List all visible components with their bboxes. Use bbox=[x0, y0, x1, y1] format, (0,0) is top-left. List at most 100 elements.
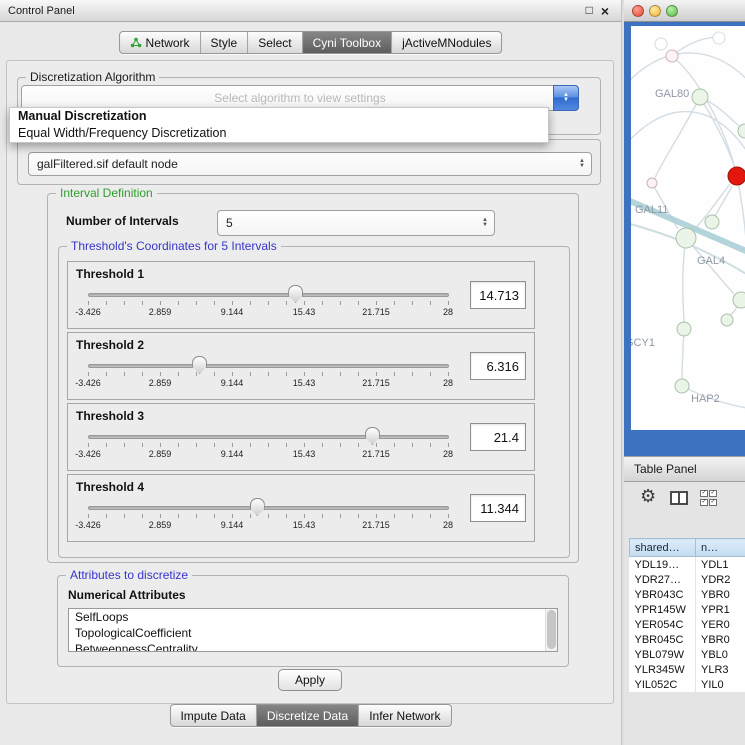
tab-network[interactable]: Network bbox=[120, 32, 201, 53]
tick-label: 21.715 bbox=[362, 378, 390, 388]
table-panel-header: Table Panel bbox=[624, 456, 745, 482]
algorithm-placeholder: Select algorithm to view settings bbox=[22, 91, 578, 105]
slider-track[interactable] bbox=[88, 435, 449, 439]
tick-label: 21.715 bbox=[362, 449, 390, 459]
tab-select[interactable]: Select bbox=[248, 32, 302, 53]
tick-label: 2.859 bbox=[149, 378, 172, 388]
numerical-attributes-list[interactable]: SelfLoopsTopologicalCoefficientBetweenne… bbox=[68, 608, 558, 652]
table-data-group: Table Data galFiltered.sif default node … bbox=[17, 139, 601, 185]
tab-cyni-toolbox[interactable]: Cyni Toolbox bbox=[303, 32, 392, 53]
node-label-hap2[interactable]: HAP2 bbox=[691, 393, 720, 405]
node-label-gcy1[interactable]: GCY1 bbox=[631, 337, 655, 349]
node-label-gal80[interactable]: GAL80 bbox=[655, 88, 689, 100]
tab-label: Infer Network bbox=[369, 709, 440, 723]
slider-ticks bbox=[88, 372, 450, 376]
threshold-value-field[interactable]: 14.713 bbox=[470, 281, 526, 309]
list-item[interactable]: TopologicalCoefficient bbox=[69, 625, 557, 641]
settings-gear-icon[interactable]: ⚙ bbox=[640, 486, 656, 507]
table-row[interactable]: YDR27…YDR2 bbox=[630, 572, 745, 587]
table-cell: YIL0 bbox=[696, 677, 745, 692]
apply-button[interactable]: Apply bbox=[278, 669, 342, 691]
table-cell: YBR0 bbox=[696, 632, 745, 647]
list-scrollbar[interactable] bbox=[545, 609, 557, 651]
scrollbar-thumb[interactable] bbox=[547, 610, 556, 649]
right-side: GAL80 GAL11 GAL4 GCY1 HAP2 Table Panel ⚙ sha… bbox=[624, 0, 745, 745]
column-header[interactable]: shared… bbox=[630, 539, 696, 557]
table-row[interactable]: YER054CYER0 bbox=[630, 617, 745, 632]
node-label-gal11[interactable]: GAL11 bbox=[635, 204, 668, 216]
tab-label: Select bbox=[258, 36, 291, 50]
number-of-intervals-label: Number of Intervals bbox=[66, 214, 179, 228]
tick-label: 15.43 bbox=[293, 378, 316, 388]
number-of-intervals-select[interactable]: 5 ▲▼ bbox=[217, 210, 495, 236]
slider-track[interactable] bbox=[88, 364, 449, 368]
tab-impute-data[interactable]: Impute Data bbox=[170, 705, 256, 726]
combo-arrows-icon: ▲▼ bbox=[482, 218, 488, 228]
table-row[interactable]: YBL079WYBL0 bbox=[630, 647, 745, 662]
tick-label: 9.144 bbox=[221, 449, 244, 459]
tab-discretize-data[interactable]: Discretize Data bbox=[257, 705, 359, 726]
top-tab-bar: NetworkStyle Select Cyni Toolbox jActiveMNo… bbox=[119, 31, 503, 54]
tab-label: Discretize Data bbox=[267, 709, 348, 723]
slider-ticks bbox=[88, 514, 450, 518]
tab-style[interactable]: Style bbox=[201, 32, 249, 53]
slider-track[interactable] bbox=[88, 506, 449, 510]
table-row[interactable]: YDL19…YDL1 bbox=[630, 557, 745, 573]
show-columns-icon[interactable] bbox=[670, 491, 688, 505]
traffic-light-zoom-icon[interactable] bbox=[666, 5, 678, 17]
tab-label: Impute Data bbox=[180, 709, 245, 723]
table-data-value: galFiltered.sif default node bbox=[29, 157, 579, 171]
numerical-attributes-label: Numerical Attributes bbox=[68, 588, 186, 602]
tab-infer-network[interactable]: Infer Network bbox=[359, 705, 450, 726]
table-cell: YDR27… bbox=[630, 572, 696, 587]
float-window-icon[interactable]: □ bbox=[586, 3, 593, 19]
table-row[interactable]: YIL052CYIL0 bbox=[630, 677, 745, 692]
traffic-light-minimize-icon[interactable] bbox=[649, 5, 661, 17]
attributes-group: Attributes to discretize Numerical Attri… bbox=[57, 575, 569, 667]
table-cell: YPR145W bbox=[630, 602, 696, 617]
list-item[interactable]: BetweennessCentrality bbox=[69, 641, 557, 652]
tick-label: -3.426 bbox=[75, 449, 101, 459]
table-cell: YDL1 bbox=[696, 557, 745, 573]
list-item[interactable]: SelfLoops bbox=[69, 609, 557, 625]
table-row[interactable]: YPR145WYPR1 bbox=[630, 602, 745, 617]
dropdown-option-equal-width[interactable]: Equal Width/Frequency Discretization bbox=[10, 125, 548, 142]
table-cell: YER0 bbox=[696, 617, 745, 632]
table-row[interactable]: YBR043CYBR0 bbox=[630, 587, 745, 602]
panel-title: Control Panel bbox=[8, 5, 75, 17]
tick-label: 28 bbox=[443, 378, 453, 388]
combo-arrows-icon[interactable]: ▲ ▼ bbox=[553, 85, 579, 111]
tick-label: 28 bbox=[443, 520, 453, 530]
dropdown-option-manual-discretization[interactable]: Manual Discretization bbox=[10, 108, 548, 125]
tick-label: 2.859 bbox=[149, 449, 172, 459]
slider-track[interactable] bbox=[88, 293, 449, 297]
table-row[interactable]: YBR045CYBR0 bbox=[630, 632, 745, 647]
traffic-light-close-icon[interactable] bbox=[632, 5, 644, 17]
network-canvas[interactable]: GAL80 GAL11 GAL4 GCY1 HAP2 bbox=[631, 26, 745, 430]
table-panel-body: ⚙ shared…n… YDL19…YDL1YDR27…YDR2YBR043CY… bbox=[624, 482, 745, 745]
table-cell: YBR043C bbox=[630, 587, 696, 602]
tick-label: 9.144 bbox=[221, 520, 244, 530]
table-cell: YDR2 bbox=[696, 572, 745, 587]
table-row[interactable]: YLR345WYLR3 bbox=[630, 662, 745, 677]
threshold-panel-1: Threshold 1-3.4262.8599.14415.4321.71528… bbox=[67, 261, 535, 329]
table-data-select[interactable]: galFiltered.sif default node ▲▼ bbox=[28, 152, 592, 176]
tab-jactivemnodules[interactable]: jActiveMNodules bbox=[392, 32, 501, 53]
tick-label: -3.426 bbox=[75, 378, 101, 388]
highlighted-node[interactable] bbox=[728, 167, 745, 185]
close-panel-icon[interactable]: × bbox=[601, 3, 609, 19]
column-header[interactable]: n… bbox=[696, 539, 745, 557]
threshold-value-field[interactable]: 11.344 bbox=[470, 494, 526, 522]
group-title: Threshold's Coordinates for 5 Intervals bbox=[67, 239, 281, 253]
threshold-panel-4: Threshold 4-3.4262.8599.14415.4321.71528… bbox=[67, 474, 535, 542]
tick-label: 2.859 bbox=[149, 520, 172, 530]
select-columns-icon[interactable] bbox=[700, 490, 719, 506]
node-label-gal4[interactable]: GAL4 bbox=[697, 255, 725, 267]
tab-label: jActiveMNodules bbox=[402, 36, 491, 50]
threshold-value-field[interactable]: 21.4 bbox=[470, 423, 526, 451]
bottom-tab-bar: Impute Data Discretize Data Infer Network bbox=[169, 704, 451, 727]
threshold-value-field[interactable]: 6.316 bbox=[470, 352, 526, 380]
table-cell: YBR045C bbox=[630, 632, 696, 647]
tick-label: 2.859 bbox=[149, 307, 172, 317]
tick-label: 28 bbox=[443, 449, 453, 459]
